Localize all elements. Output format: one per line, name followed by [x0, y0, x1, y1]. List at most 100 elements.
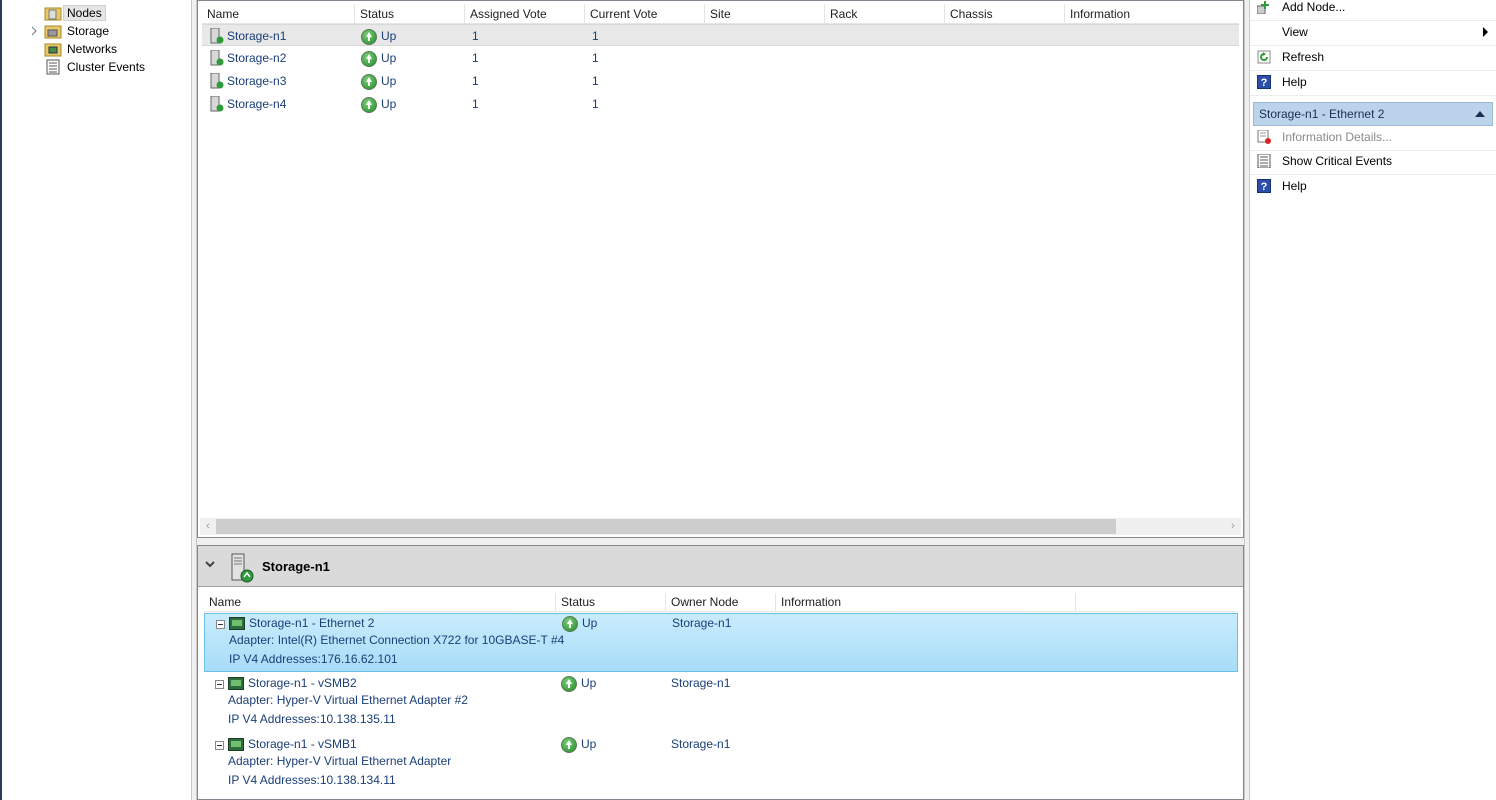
network-owner: Storage-n1	[671, 737, 731, 751]
network-adapter-icon	[228, 738, 244, 751]
nodes-grid-header: Name Status Assigned Vote Current Vote S…	[202, 4, 1239, 24]
refresh-icon	[1257, 50, 1271, 64]
status-up-icon	[562, 615, 578, 632]
view-action[interactable]: View	[1250, 21, 1496, 46]
help-icon: ?	[1257, 75, 1271, 89]
node-name[interactable]: Storage-n2	[227, 47, 286, 69]
collapse-icon[interactable]	[215, 680, 224, 689]
chevron-right-icon[interactable]	[30, 26, 38, 36]
node-status: Up	[361, 93, 396, 115]
tree-item-label: Networks	[67, 42, 118, 56]
folder-nodes-icon	[44, 5, 62, 21]
help-icon: ?	[1257, 179, 1271, 193]
network-ip: IP V4 Addresses:176.16.62.101	[229, 652, 398, 666]
status-text: Up	[581, 737, 597, 751]
scrollbar-thumb[interactable]	[216, 519, 1116, 534]
action-label: Add Node...	[1282, 0, 1346, 14]
status-up-icon	[361, 28, 377, 45]
action-label: Help	[1282, 75, 1307, 89]
collapse-icon[interactable]	[216, 620, 225, 629]
cluster-events-icon	[44, 59, 62, 75]
column-header-name[interactable]: Name	[204, 593, 556, 612]
table-row[interactable]: Storage-n4 Up 1 1	[202, 93, 1239, 115]
network-adapter: Adapter: Intel(R) Ethernet Connection X7…	[229, 633, 565, 647]
status-up-icon	[361, 50, 377, 67]
current-vote: 1	[592, 97, 599, 111]
server-node-icon	[210, 50, 224, 66]
collapse-caret-icon[interactable]	[1475, 111, 1485, 117]
network-name: Storage-n1 - vSMB2	[248, 676, 357, 690]
column-header-chassis[interactable]: Chassis	[945, 4, 1065, 24]
action-label: Show Critical Events	[1282, 154, 1393, 168]
tree-item-nodes[interactable]: Nodes	[44, 4, 106, 22]
column-header-status[interactable]: Status	[556, 593, 666, 612]
node-status: Up	[361, 25, 396, 47]
information-details-action[interactable]: Information Details...	[1250, 126, 1496, 151]
assigned-vote: 1	[472, 51, 479, 65]
node-name[interactable]: Storage-n1	[227, 25, 286, 47]
column-header-rack[interactable]: Rack	[825, 4, 945, 24]
column-header-name[interactable]: Name	[202, 4, 355, 24]
nodes-grid: Name Status Assigned Vote Current Vote S…	[197, 0, 1244, 538]
assigned-vote: 1	[472, 74, 479, 88]
network-status: Up	[561, 675, 596, 692]
status-up-icon	[561, 675, 577, 692]
assigned-vote: 1	[472, 97, 479, 111]
show-critical-events-action[interactable]: Show Critical Events	[1250, 150, 1496, 175]
table-row[interactable]: Storage-n2 Up 1 1	[202, 47, 1239, 69]
detail-title: Storage-n1	[262, 559, 330, 574]
current-vote: 1	[592, 51, 599, 65]
help-action[interactable]: ? Help	[1250, 71, 1496, 96]
tree-item-storage[interactable]: Storage	[44, 22, 109, 40]
current-vote: 1	[592, 29, 599, 43]
network-adapter: Adapter: Hyper-V Virtual Ethernet Adapte…	[228, 693, 468, 707]
list-item[interactable]: Storage-n1 - vSMB1 Adapter: Hyper-V Virt…	[204, 735, 1238, 794]
node-name[interactable]: Storage-n3	[227, 70, 286, 92]
actions-pane: Add Node... View Refresh ? Help Storage-…	[1250, 0, 1496, 800]
status-text: Up	[381, 29, 397, 43]
table-row[interactable]: Storage-n1 Up 1 1	[202, 24, 1239, 46]
current-vote: 1	[592, 74, 599, 88]
status-up-icon	[561, 736, 577, 753]
column-header-information[interactable]: Information	[1065, 4, 1245, 24]
network-owner: Storage-n1	[671, 676, 731, 690]
tree-item-cluster-events[interactable]: Cluster Events	[44, 58, 145, 76]
column-header-status[interactable]: Status	[355, 4, 465, 24]
refresh-action[interactable]: Refresh	[1250, 46, 1496, 71]
node-name[interactable]: Storage-n4	[227, 93, 286, 115]
scroll-right-icon[interactable]: ›	[1225, 518, 1241, 535]
status-text: Up	[582, 616, 598, 630]
action-label: Help	[1282, 179, 1307, 193]
collapse-icon[interactable]	[215, 741, 224, 750]
scroll-left-icon[interactable]: ‹	[200, 518, 216, 535]
status-text: Up	[581, 676, 597, 690]
horizontal-scrollbar[interactable]: ‹ ›	[200, 518, 1241, 535]
node-status: Up	[361, 47, 396, 69]
list-item[interactable]: Storage-n1 - vSMB2 Adapter: Hyper-V Virt…	[204, 674, 1238, 733]
network-ip: IP V4 Addresses:10.138.134.11	[228, 773, 396, 787]
column-header-current-vote[interactable]: Current Vote	[585, 4, 705, 24]
column-header-site[interactable]: Site	[705, 4, 825, 24]
detail-pane: Storage-n1 Name Status Owner Node Inform…	[197, 545, 1244, 800]
actions-section-header[interactable]: Storage-n1 - Ethernet 2	[1253, 102, 1493, 126]
network-ip: IP V4 Addresses:10.138.135.11	[228, 712, 396, 726]
horizontal-splitter[interactable]	[197, 538, 1244, 545]
section-title: Storage-n1 - Ethernet 2	[1259, 107, 1385, 121]
column-header-owner-node[interactable]: Owner Node	[666, 593, 776, 612]
column-header-information[interactable]: Information	[776, 593, 1076, 612]
tree-item-label: Cluster Events	[67, 60, 146, 74]
add-node-action[interactable]: Add Node...	[1250, 0, 1496, 21]
network-name: Storage-n1 - Ethernet 2	[249, 616, 375, 630]
navigation-tree: Nodes Storage Networks Cluster Events	[0, 0, 191, 800]
status-text: Up	[381, 74, 397, 88]
networks-grid-header: Name Status Owner Node Information	[204, 593, 1237, 612]
action-label: Information Details...	[1282, 130, 1393, 144]
collapse-chevron-icon[interactable]	[205, 558, 215, 572]
folder-storage-icon	[44, 23, 62, 39]
column-header-assigned-vote[interactable]: Assigned Vote	[465, 4, 585, 24]
tree-item-networks[interactable]: Networks	[44, 40, 117, 58]
list-item[interactable]: Storage-n1 - Ethernet 2 Adapter: Intel(R…	[204, 613, 1238, 672]
help-action[interactable]: ? Help	[1250, 175, 1496, 200]
table-row[interactable]: Storage-n3 Up 1 1	[202, 70, 1239, 92]
action-label: View	[1282, 25, 1308, 39]
